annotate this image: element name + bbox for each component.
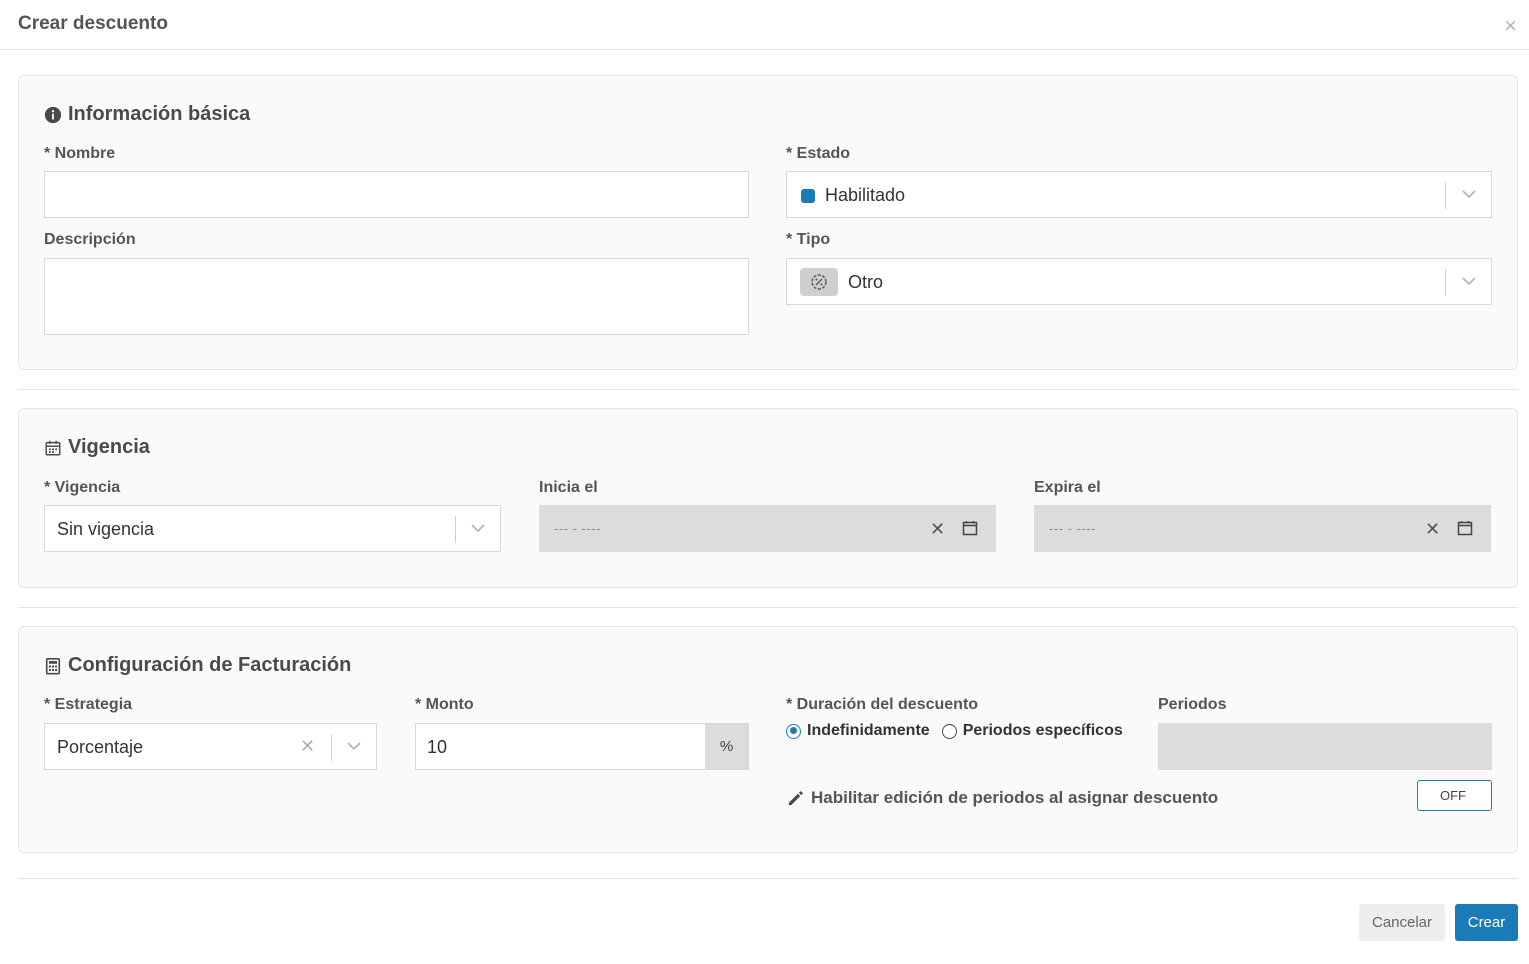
chevron-down-icon[interactable] <box>1462 189 1476 199</box>
basic-info-title: Información básica <box>68 103 251 125</box>
duracion-label: * Duración del descuento <box>786 696 979 713</box>
monto-label: * Monto <box>415 696 474 713</box>
periodos-label: Periodos <box>1158 696 1227 713</box>
vigencia-heading: Vigencia <box>44 436 150 459</box>
calendar-icon[interactable] <box>1457 520 1473 536</box>
vigencia-value: Sin vigencia <box>57 519 155 539</box>
calendar-icon <box>45 440 61 455</box>
clear-icon[interactable]: ✕ <box>1425 519 1440 540</box>
expira-label: Expira el <box>1034 479 1101 496</box>
nombre-input[interactable] <box>44 171 749 218</box>
edit-periods-toggle[interactable]: OFF <box>1417 780 1492 811</box>
chevron-down-icon[interactable] <box>347 741 361 751</box>
expira-date-input[interactable]: --- - ---- ✕ <box>1034 505 1491 552</box>
calendar-icon[interactable] <box>962 520 978 536</box>
vigencia-panel <box>18 408 1518 588</box>
edit-periods-text: Habilitar edición de periodos al asignar… <box>811 788 1219 807</box>
radio-indefinidamente[interactable] <box>786 723 801 739</box>
estrategia-label: * Estrategia <box>44 696 133 713</box>
monto-value: 10 <box>427 737 448 757</box>
percent-addon: % <box>705 724 748 769</box>
clear-icon[interactable]: ✕ <box>300 736 315 757</box>
estado-label: * Estado <box>786 145 851 162</box>
tipo-label: * Tipo <box>786 231 831 248</box>
descripcion-label: Descripción <box>44 231 136 248</box>
chevron-down-icon[interactable] <box>471 523 485 533</box>
discount-badge-icon <box>800 268 838 296</box>
billing-title: Configuración de Facturación <box>68 654 352 676</box>
cancel-button[interactable]: Cancelar <box>1359 904 1445 941</box>
expira-placeholder: --- - ---- <box>1049 521 1096 536</box>
modal-header: Crear descuento × <box>0 0 1529 50</box>
basic-info-heading: Información básica <box>44 103 250 126</box>
clear-icon[interactable]: ✕ <box>930 519 945 540</box>
toggle-state-text: OFF <box>1440 788 1466 803</box>
section-separator <box>18 607 1518 608</box>
inicia-label: Inicia el <box>539 479 598 496</box>
periodos-input[interactable] <box>1158 723 1492 770</box>
create-button[interactable]: Crear <box>1455 904 1518 941</box>
info-icon <box>44 106 62 123</box>
descripcion-textarea[interactable] <box>44 258 749 335</box>
radio-periodos-especificos-label: Periodos específicos <box>962 722 1123 739</box>
radio-periodos-especificos[interactable] <box>941 723 957 739</box>
estado-value: Habilitado <box>825 185 906 205</box>
select-divider <box>331 734 332 761</box>
tipo-select[interactable]: Otro <box>786 258 1492 305</box>
tipo-value: Otro <box>848 272 884 292</box>
chevron-down-icon[interactable] <box>1462 276 1476 286</box>
vigencia-label: * Vigencia <box>44 479 121 496</box>
footer-separator <box>18 878 1518 879</box>
nombre-label: * Nombre <box>44 145 116 162</box>
pencil-icon <box>788 790 803 805</box>
calculator-icon <box>45 657 61 674</box>
inicia-date-input[interactable]: --- - ---- ✕ <box>539 505 996 552</box>
estrategia-select[interactable]: Porcentaje ✕ <box>44 723 377 770</box>
close-icon[interactable]: × <box>1504 15 1517 37</box>
edit-periods-toggle-label: Habilitar edición de periodos al asignar… <box>786 788 1218 808</box>
estado-select[interactable]: Habilitado <box>786 171 1492 218</box>
select-divider <box>1445 269 1446 296</box>
duracion-radio-group: Indefinidamente Periodos específicos <box>786 722 1123 740</box>
modal-title: Crear descuento <box>18 13 168 34</box>
radio-indefinidamente-label: Indefinidamente <box>807 722 930 739</box>
billing-heading: Configuración de Facturación <box>44 654 351 677</box>
status-color-square <box>801 189 815 203</box>
vigencia-title: Vigencia <box>68 436 150 458</box>
select-divider <box>455 516 456 543</box>
inicia-placeholder: --- - ---- <box>554 521 601 536</box>
select-divider <box>1445 182 1446 209</box>
estrategia-value: Porcentaje <box>57 737 144 757</box>
section-separator <box>18 389 1518 390</box>
vigencia-select[interactable]: Sin vigencia <box>44 505 501 552</box>
monto-input[interactable]: 10 % <box>415 723 749 770</box>
